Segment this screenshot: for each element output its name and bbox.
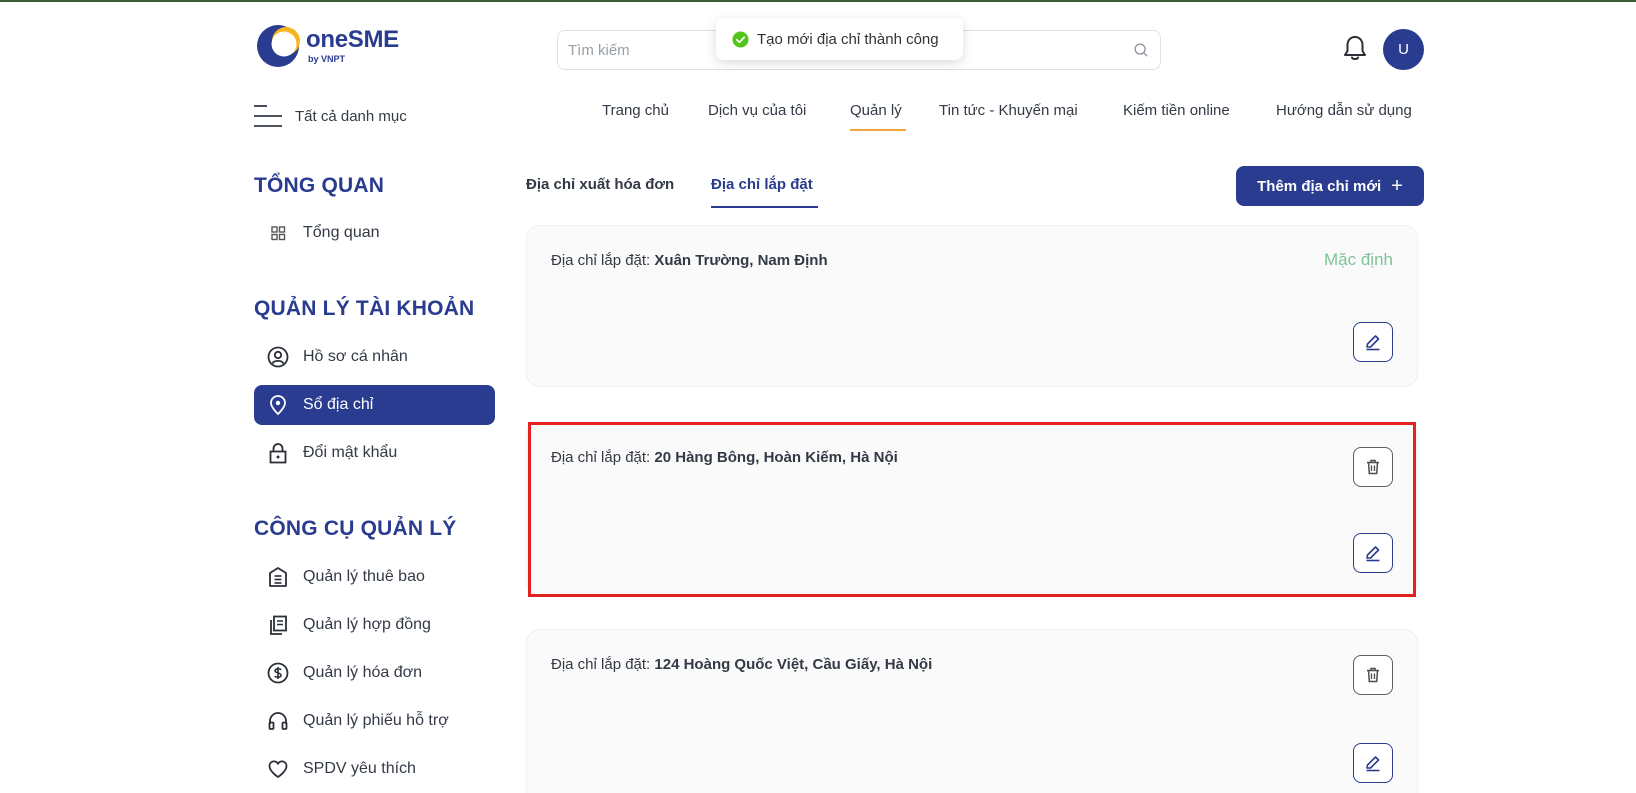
lock-icon [269,443,287,464]
sidebar-item-label: Hồ sơ cá nhân [303,348,408,365]
hamburger-menu-icon [254,105,282,127]
all-categories-menu[interactable]: Tất cả danh mục [253,102,407,130]
delete-address-button[interactable] [1353,655,1393,695]
success-toast: Tạo mới địa chỉ thành công [716,18,963,60]
sidebar-item-label: Sổ địa chỉ [303,396,374,413]
edit-address-button[interactable] [1353,743,1393,783]
pencil-icon [1366,546,1380,562]
search-icon[interactable] [1132,41,1150,59]
sidebar-item-label: Quản lý thuê bao [303,568,425,585]
address-label: Địa chỉ lắp đặt: [551,656,651,673]
address-text: Địa chỉ lắp đặt: 20 Hàng Bông, Hoàn Kiếm… [551,449,898,466]
tab-active-underline [711,206,818,208]
address-value: 124 Hoàng Quốc Việt, Cầu Giấy, Hà Nội [654,656,933,673]
address-value: 20 Hàng Bông, Hoàn Kiếm, Hà Nội [654,449,898,466]
address-text: Địa chỉ lắp đặt: 124 Hoàng Quốc Việt, Cầ… [551,656,932,673]
sidebar-item-label: SPDV yêu thích [303,760,416,777]
heart-icon [268,760,288,778]
pencil-icon [1366,756,1380,772]
sidebar-item-subscriptions[interactable]: Quản lý thuê bao [254,557,495,597]
sidebar-item-label: Tổng quan [303,224,380,241]
headset-icon [268,712,288,730]
address-card: Địa chỉ lắp đặt: 124 Hoàng Quốc Việt, Cầ… [526,629,1418,793]
documents-icon [270,615,287,635]
nav-manage[interactable]: Quản lý [850,102,902,132]
tab-installation-address[interactable]: Địa chỉ lắp đặt [711,176,813,193]
location-pin-icon [270,395,286,416]
add-address-label: Thêm địa chỉ mới [1257,177,1382,195]
brand-name: oneSME [306,26,399,53]
dollar-circle-icon [267,662,289,684]
grid-icon [271,226,286,241]
check-circle-icon [732,30,749,48]
nav-user-guide[interactable]: Hướng dẫn sử dụng [1276,102,1412,132]
default-badge: Mặc định [1324,250,1393,269]
sidebar-item-change-password[interactable]: Đổi mật khẩu [254,433,495,473]
bell-icon[interactable] [1342,34,1368,62]
all-categories-label: Tất cả danh mục [295,107,407,125]
nav-home[interactable]: Trang chủ [602,102,669,132]
nav-earn-online[interactable]: Kiếm tiền online [1123,102,1230,132]
brand-logo[interactable]: oneSME by VNPT [256,24,416,68]
brand-sub: by VNPT [308,54,346,64]
address-card: Địa chỉ lắp đặt: Xuân Trường, Nam Định M… [526,225,1418,387]
sidebar-item-support-tickets[interactable]: Quản lý phiếu hỗ trợ [254,701,495,741]
building-icon [269,567,287,587]
sidebar-item-profile[interactable]: Hồ sơ cá nhân [254,337,495,377]
sidebar-heading-tools: CÔNG CỤ QUẢN LÝ [254,517,457,540]
nav-my-services[interactable]: Dịch vụ của tôi [708,102,806,132]
nav-active-underline [850,129,906,131]
plus-icon: + [1391,175,1403,197]
address-label: Địa chỉ lắp đặt: [551,252,651,269]
add-address-button[interactable]: Thêm địa chỉ mới + [1236,166,1424,206]
edit-address-button[interactable] [1353,322,1393,362]
address-label: Địa chỉ lắp đặt: [551,449,651,466]
toast-message: Tạo mới địa chỉ thành công [757,30,939,48]
sidebar-item-label: Đổi mật khẩu [303,444,398,461]
edit-address-button[interactable] [1353,533,1393,573]
trash-icon [1367,459,1379,475]
sidebar-item-address-book[interactable]: Sổ địa chỉ [254,385,495,425]
sidebar-item-contracts[interactable]: Quản lý hợp đồng [254,605,495,645]
sidebar-item-label: Quản lý phiếu hỗ trợ [303,712,449,729]
address-card: Địa chỉ lắp đặt: 20 Hàng Bông, Hoàn Kiếm… [526,422,1418,597]
address-value: Xuân Trường, Nam Định [654,252,828,269]
address-text: Địa chỉ lắp đặt: Xuân Trường, Nam Định [551,252,828,269]
nav-news-promotions[interactable]: Tin tức - Khuyến mại [939,102,1078,132]
sidebar-item-favorites[interactable]: SPDV yêu thích [254,749,495,789]
logo-mark-icon [257,25,300,67]
sidebar-item-label: Quản lý hóa đơn [303,664,423,681]
sidebar-heading-overview: TỔNG QUAN [254,174,385,197]
user-circle-icon [267,346,289,368]
sidebar-item-label: Quản lý hợp đồng [303,616,431,633]
sidebar-item-invoices[interactable]: Quản lý hóa đơn [254,653,495,693]
sidebar-item-overview[interactable]: Tổng quan [254,213,495,253]
tab-billing-address[interactable]: Địa chỉ xuất hóa đơn [526,176,674,193]
trash-icon [1367,667,1379,683]
delete-address-button[interactable] [1353,447,1393,487]
pencil-icon [1366,335,1380,351]
sidebar-heading-account: QUẢN LÝ TÀI KHOẢN [254,297,475,320]
user-avatar[interactable]: U [1383,29,1424,70]
